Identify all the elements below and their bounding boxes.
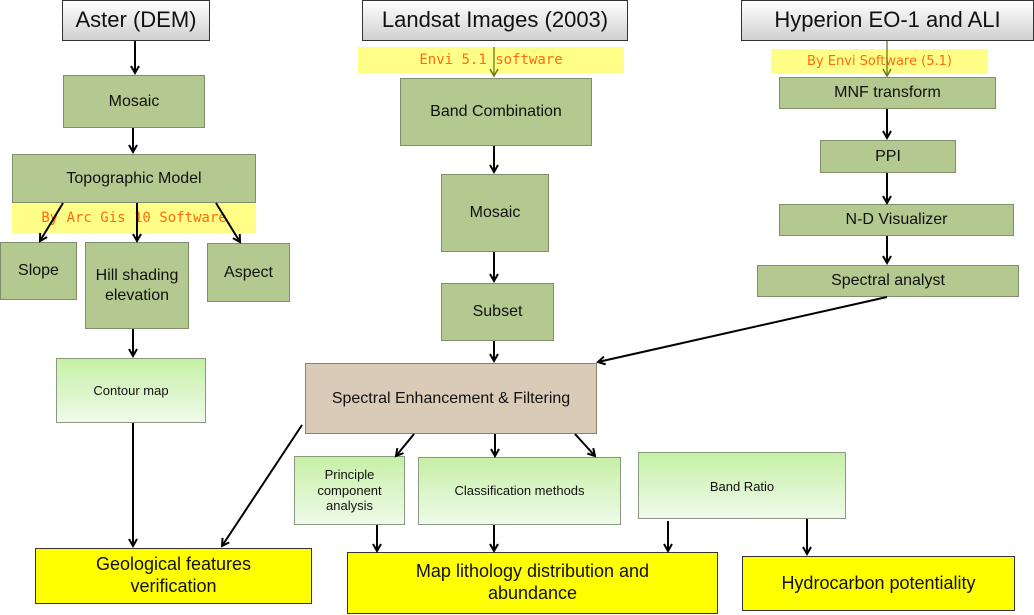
arrow-spectral-enhancement (598, 296, 888, 362)
arrow-topographic-slope (40, 202, 64, 241)
arrows-layer (0, 41, 1034, 615)
arrow-topographic-aspect (215, 202, 240, 242)
arrow-enhancement-geological (222, 424, 303, 546)
flowchart: Aster (DEM) Landsat Images (2003) Hyperi… (0, 0, 1034, 615)
arrow-enhancement-right (574, 433, 595, 456)
arrow-enhancement-pca (396, 433, 415, 456)
